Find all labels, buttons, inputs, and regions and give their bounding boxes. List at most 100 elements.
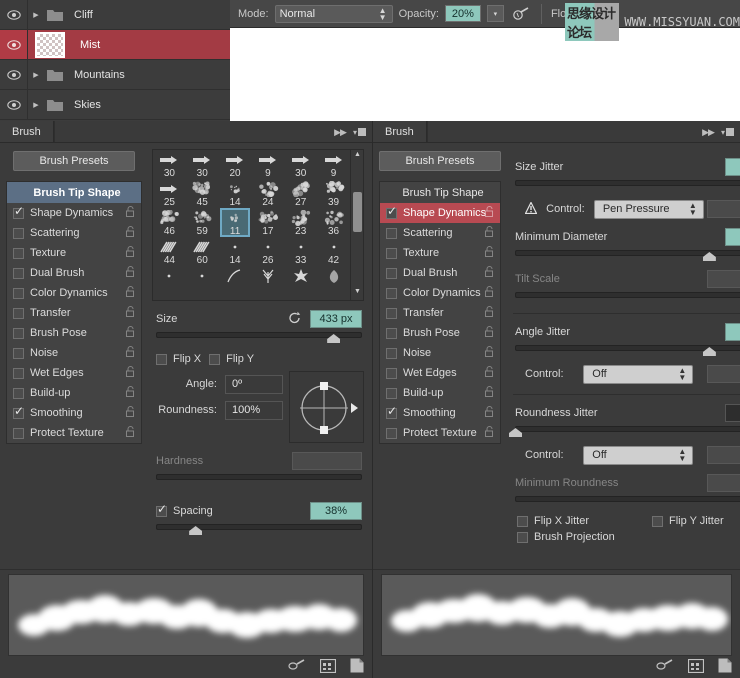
new-brush-icon[interactable]: [350, 658, 364, 676]
layer-row[interactable]: ▶ Mountains: [0, 60, 230, 90]
roundness-input[interactable]: 100%: [225, 401, 283, 420]
brush-preset-cell[interactable]: [251, 266, 284, 300]
sidebar-item-transfer[interactable]: Transfer: [380, 303, 500, 323]
checkbox[interactable]: [386, 428, 397, 439]
scroll-down-icon[interactable]: ▼: [351, 288, 364, 299]
sidebar-item-wet-edges[interactable]: Wet Edges: [380, 363, 500, 383]
angle-input[interactable]: 0º: [225, 375, 283, 394]
brush-preset-cell[interactable]: 60: [186, 237, 219, 266]
layer-row[interactable]: ▶ Cliff: [0, 0, 230, 30]
reset-icon[interactable]: [288, 311, 302, 327]
size-slider[interactable]: [156, 331, 362, 343]
airbrush-icon[interactable]: [510, 4, 532, 24]
lock-icon[interactable]: [485, 246, 494, 260]
panel-menu-icon[interactable]: ▾: [353, 128, 366, 137]
lock-icon[interactable]: [485, 206, 494, 220]
sidebar-item-wet-edges[interactable]: Wet Edges: [7, 363, 141, 383]
checkbox[interactable]: [13, 348, 24, 359]
sidebar-item-shape-dynamics[interactable]: Shape Dynamics: [380, 203, 500, 223]
collapse-icon[interactable]: ▶▶: [702, 127, 714, 138]
brush-preset-cell[interactable]: 39: [317, 179, 350, 208]
brush-preset-cell[interactable]: 20: [219, 150, 252, 179]
checkbox[interactable]: [517, 532, 528, 543]
sidebar-item-build-up[interactable]: Build-up: [380, 383, 500, 403]
checkbox[interactable]: [13, 408, 24, 419]
brush-preset-cell[interactable]: 30: [284, 150, 317, 179]
brush-preset-cell[interactable]: [153, 266, 186, 300]
brush-preset-cell[interactable]: [186, 266, 219, 300]
angle-dial[interactable]: [289, 371, 364, 443]
flip-y-jitter-option[interactable]: Flip Y Jitter: [652, 515, 740, 527]
size-value[interactable]: 433 px: [310, 310, 362, 328]
checkbox[interactable]: [386, 328, 397, 339]
sidebar-item-scattering[interactable]: Scattering: [380, 223, 500, 243]
tab-brush[interactable]: Brush: [373, 121, 427, 142]
tab-brush[interactable]: Brush: [0, 121, 54, 142]
panel-menu-icon[interactable]: ▾: [721, 128, 734, 137]
brush-preset-cell[interactable]: [284, 266, 317, 300]
sidebar-item-texture[interactable]: Texture: [7, 243, 141, 263]
checkbox[interactable]: [13, 268, 24, 279]
brush-preset-cell[interactable]: 42: [317, 237, 350, 266]
collapse-icon[interactable]: ▶▶: [334, 127, 346, 138]
checkbox[interactable]: [13, 308, 24, 319]
lock-icon[interactable]: [485, 286, 494, 300]
lock-icon[interactable]: [126, 206, 135, 220]
brush-preset-cell[interactable]: 9: [251, 150, 284, 179]
sidebar-item-smoothing[interactable]: Smoothing: [380, 403, 500, 423]
sidebar-item-protect-texture[interactable]: Protect Texture: [7, 423, 141, 443]
checkbox[interactable]: [386, 228, 397, 239]
brush-preset-cell[interactable]: 11: [219, 208, 252, 237]
checkbox[interactable]: [386, 248, 397, 259]
brush-preset-cell[interactable]: 44: [153, 237, 186, 266]
sidebar-item-brush-pose[interactable]: Brush Pose: [7, 323, 141, 343]
layer-visibility-toggle[interactable]: [0, 60, 28, 89]
lock-icon[interactable]: [485, 346, 494, 360]
sidebar-item-protect-texture[interactable]: Protect Texture: [380, 423, 500, 443]
checkbox[interactable]: [13, 228, 24, 239]
sidebar-item-brush-tip-shape[interactable]: Brush Tip Shape: [380, 182, 500, 203]
lock-icon[interactable]: [485, 366, 494, 380]
flip-x-option[interactable]: Flip X: [156, 353, 201, 365]
checkbox[interactable]: [13, 248, 24, 259]
brush-preset-cell[interactable]: 9: [317, 150, 350, 179]
roundness-jitter-slider[interactable]: [515, 425, 740, 437]
checkbox[interactable]: [517, 516, 528, 527]
spacing-option[interactable]: Spacing: [156, 505, 213, 517]
sidebar-item-noise[interactable]: Noise: [7, 343, 141, 363]
flip-x-jitter-option[interactable]: Flip X Jitter: [517, 515, 652, 527]
roundness-control-select[interactable]: Off ▲▼: [583, 446, 693, 465]
brush-preset-cell[interactable]: [219, 266, 252, 300]
brush-preset-grid[interactable]: 3030209309254514242739465911172336446014…: [152, 149, 364, 301]
checkbox[interactable]: [652, 516, 663, 527]
layer-visibility-toggle[interactable]: [0, 90, 28, 119]
brush-preset-cell[interactable]: 24: [251, 179, 284, 208]
layer-visibility-toggle[interactable]: [0, 0, 28, 29]
minimum-diameter-slider[interactable]: [515, 249, 740, 261]
sidebar-item-color-dynamics[interactable]: Color Dynamics: [380, 283, 500, 303]
lock-icon[interactable]: [126, 406, 135, 420]
sidebar-item-shape-dynamics[interactable]: Shape Dynamics: [7, 203, 141, 223]
group-twisty[interactable]: ▶: [28, 101, 44, 109]
brush-presets-button[interactable]: Brush Presets: [13, 151, 135, 171]
sidebar-item-dual-brush[interactable]: Dual Brush: [7, 263, 141, 283]
lock-icon[interactable]: [126, 286, 135, 300]
sidebar-item-transfer[interactable]: Transfer: [7, 303, 141, 323]
scroll-up-icon[interactable]: ▲: [351, 151, 364, 162]
brush-preset-cell[interactable]: 59: [186, 208, 219, 237]
preset-grid-icon[interactable]: [320, 659, 336, 676]
lock-icon[interactable]: [485, 266, 494, 280]
size-jitter-slider[interactable]: [515, 179, 740, 191]
lock-icon[interactable]: [485, 386, 494, 400]
sidebar-item-texture[interactable]: Texture: [380, 243, 500, 263]
lock-icon[interactable]: [485, 426, 494, 440]
brush-grid-scrollbar[interactable]: ▲ ▼: [350, 150, 363, 300]
brush-preset-cell[interactable]: 33: [284, 237, 317, 266]
spacing-slider[interactable]: [156, 523, 362, 535]
scrollbar-thumb[interactable]: [353, 192, 362, 232]
sidebar-item-scattering[interactable]: Scattering: [7, 223, 141, 243]
angle-jitter-value[interactable]: 74%: [725, 323, 740, 341]
sidebar-item-build-up[interactable]: Build-up: [7, 383, 141, 403]
lock-icon[interactable]: [485, 406, 494, 420]
blend-mode-select[interactable]: Normal ▲▼: [275, 5, 393, 23]
